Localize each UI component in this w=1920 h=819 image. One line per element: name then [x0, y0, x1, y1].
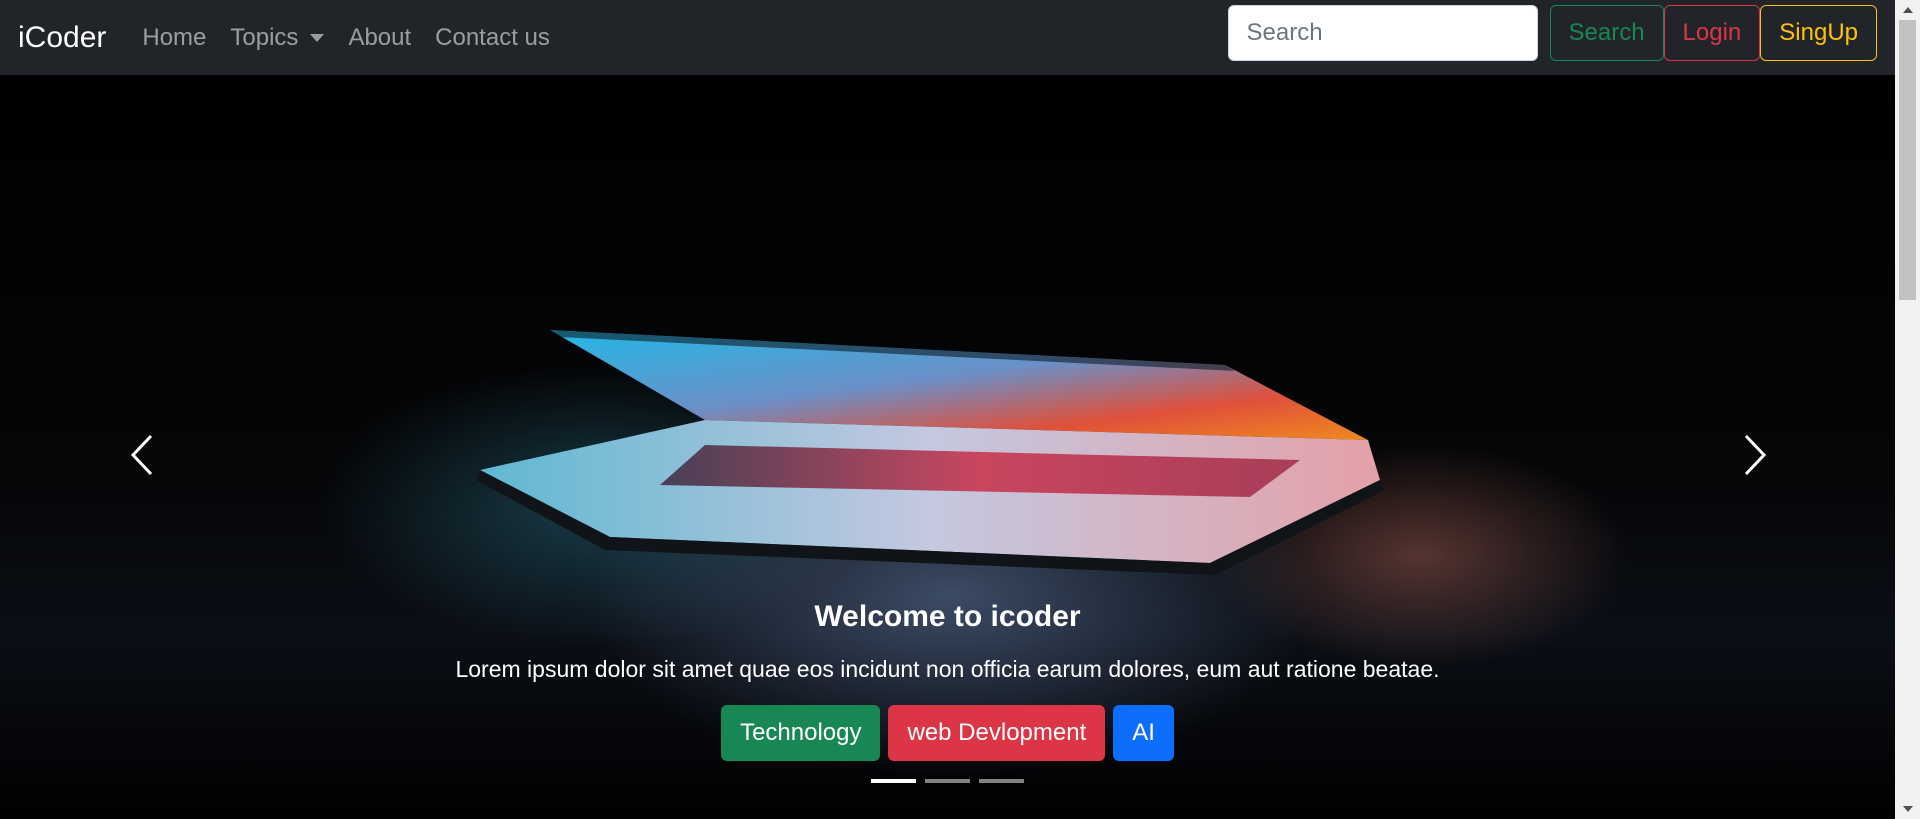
login-button[interactable]: Login	[1663, 5, 1761, 61]
chevron-left-icon	[130, 434, 153, 476]
nav-link-home[interactable]: Home	[142, 24, 218, 52]
navbar: iCoder Home Topics About Contact us Sear…	[0, 0, 1895, 75]
technology-button[interactable]: Technology	[721, 705, 881, 761]
carousel-indicator-1[interactable]	[871, 779, 916, 783]
caption-text: Lorem ipsum dolor sit amet quae eos inci…	[455, 656, 1440, 682]
nav-link-contact[interactable]: Contact us	[423, 24, 562, 52]
signup-button[interactable]: SingUp	[1760, 5, 1877, 61]
carousel-indicator-3[interactable]	[979, 779, 1024, 783]
caret-down-icon	[310, 33, 325, 42]
chevron-right-icon	[1744, 434, 1767, 476]
page-scrollbar[interactable]	[1895, 0, 1920, 819]
caption-buttons: Technology web Devlopment AI	[0, 705, 1895, 761]
nav-links: Home Topics About Contact us	[142, 24, 562, 52]
scroll-up-arrow-icon[interactable]	[1895, 0, 1920, 20]
search-button[interactable]: Search	[1549, 5, 1664, 61]
carousel-caption: Welcome to icoder Lorem ipsum dolor sit …	[0, 600, 1895, 761]
web-development-button[interactable]: web Devlopment	[888, 705, 1106, 761]
hero-carousel: Welcome to icoder Lorem ipsum dolor sit …	[0, 75, 1895, 819]
ai-button[interactable]: AI	[1113, 705, 1174, 761]
scrollbar-thumb[interactable]	[1899, 20, 1916, 300]
scroll-down-arrow-icon[interactable]	[1895, 799, 1920, 819]
search-input[interactable]	[1227, 5, 1538, 61]
nav-actions: Search Login SingUp	[1227, 5, 1877, 61]
carousel-next-button[interactable]	[1725, 425, 1785, 485]
nav-link-topics-label: Topics	[230, 23, 299, 51]
caption-title: Welcome to icoder	[814, 600, 1081, 633]
carousel-prev-button[interactable]	[112, 425, 172, 485]
nav-link-about[interactable]: About	[336, 24, 423, 52]
nav-link-topics-dropdown[interactable]: Topics	[218, 24, 336, 52]
carousel-indicator-2[interactable]	[925, 779, 970, 783]
brand-logo[interactable]: iCoder	[18, 21, 106, 55]
carousel-indicators	[0, 779, 1895, 783]
